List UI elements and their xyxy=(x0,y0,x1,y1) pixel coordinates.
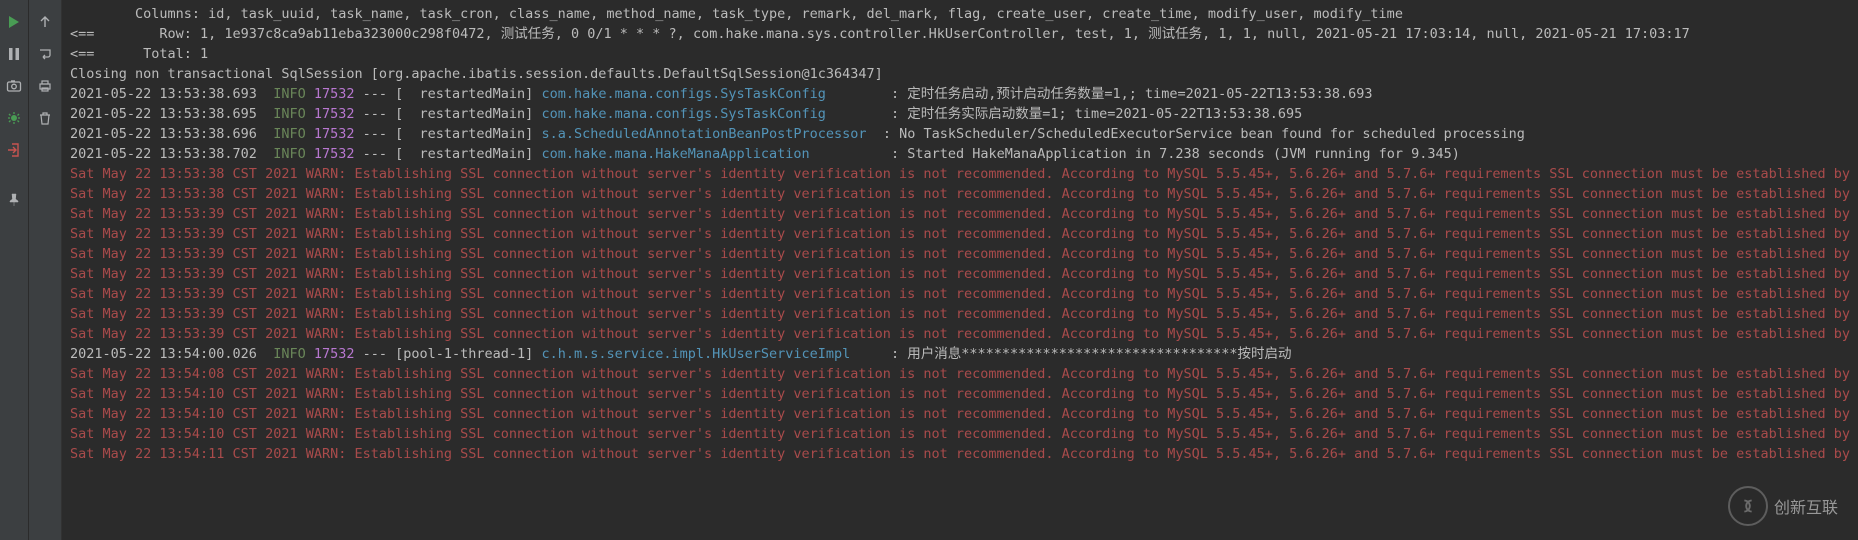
log-line: Sat May 22 13:54:10 CST 2021 WARN: Estab… xyxy=(70,424,1858,444)
watermark-text: 创新互联 xyxy=(1774,494,1838,518)
log-line: 2021-05-22 13:53:38.693 INFO 17532 --- [… xyxy=(70,84,1858,104)
debug-icon[interactable] xyxy=(4,108,24,128)
rerun-icon[interactable] xyxy=(4,12,24,32)
print-icon[interactable] xyxy=(35,76,55,96)
scroll-up-icon[interactable] xyxy=(35,12,55,32)
log-line: Sat May 22 13:54:10 CST 2021 WARN: Estab… xyxy=(70,384,1858,404)
console-output[interactable]: Columns: id, task_uuid, task_name, task_… xyxy=(62,0,1858,540)
log-line: <== Row: 1, 1e937c8ca9ab11eba323000c298f… xyxy=(70,24,1858,44)
log-line: 2021-05-22 13:53:38.702 INFO 17532 --- [… xyxy=(70,144,1858,164)
log-line: Columns: id, task_uuid, task_name, task_… xyxy=(70,4,1858,24)
log-line: Sat May 22 13:53:39 CST 2021 WARN: Estab… xyxy=(70,324,1858,344)
camera-icon[interactable] xyxy=(4,76,24,96)
log-line: Sat May 22 13:53:38 CST 2021 WARN: Estab… xyxy=(70,164,1858,184)
log-line: 2021-05-22 13:54:00.026 INFO 17532 --- [… xyxy=(70,344,1858,364)
watermark-logo-icon xyxy=(1728,486,1768,526)
watermark: 创新互联 xyxy=(1728,486,1838,526)
log-line: Sat May 22 13:53:39 CST 2021 WARN: Estab… xyxy=(70,264,1858,284)
log-line: Sat May 22 13:53:38 CST 2021 WARN: Estab… xyxy=(70,184,1858,204)
log-line: <== Total: 1 xyxy=(70,44,1858,64)
log-line: Sat May 22 13:53:39 CST 2021 WARN: Estab… xyxy=(70,204,1858,224)
log-line: Sat May 22 13:54:08 CST 2021 WARN: Estab… xyxy=(70,364,1858,384)
run-tool-window: Columns: id, task_uuid, task_name, task_… xyxy=(0,0,1858,540)
log-line: Sat May 22 13:53:39 CST 2021 WARN: Estab… xyxy=(70,224,1858,244)
pin-icon[interactable] xyxy=(4,190,24,210)
log-line: Sat May 22 13:54:10 CST 2021 WARN: Estab… xyxy=(70,404,1858,424)
exit-icon[interactable] xyxy=(4,140,24,160)
log-line: 2021-05-22 13:53:38.695 INFO 17532 --- [… xyxy=(70,104,1858,124)
pause-icon[interactable] xyxy=(4,44,24,64)
console-gutter xyxy=(29,0,62,540)
log-line: Closing non transactional SqlSession [or… xyxy=(70,64,1858,84)
log-line: Sat May 22 13:53:39 CST 2021 WARN: Estab… xyxy=(70,244,1858,264)
log-line: Sat May 22 13:53:39 CST 2021 WARN: Estab… xyxy=(70,304,1858,324)
clear-icon[interactable] xyxy=(35,108,55,128)
log-line: 2021-05-22 13:53:38.696 INFO 17532 --- [… xyxy=(70,124,1858,144)
log-line: Sat May 22 13:54:11 CST 2021 WARN: Estab… xyxy=(70,444,1858,464)
run-actions-bar xyxy=(0,0,29,540)
soft-wrap-icon[interactable] xyxy=(35,44,55,64)
log-line: Sat May 22 13:53:39 CST 2021 WARN: Estab… xyxy=(70,284,1858,304)
